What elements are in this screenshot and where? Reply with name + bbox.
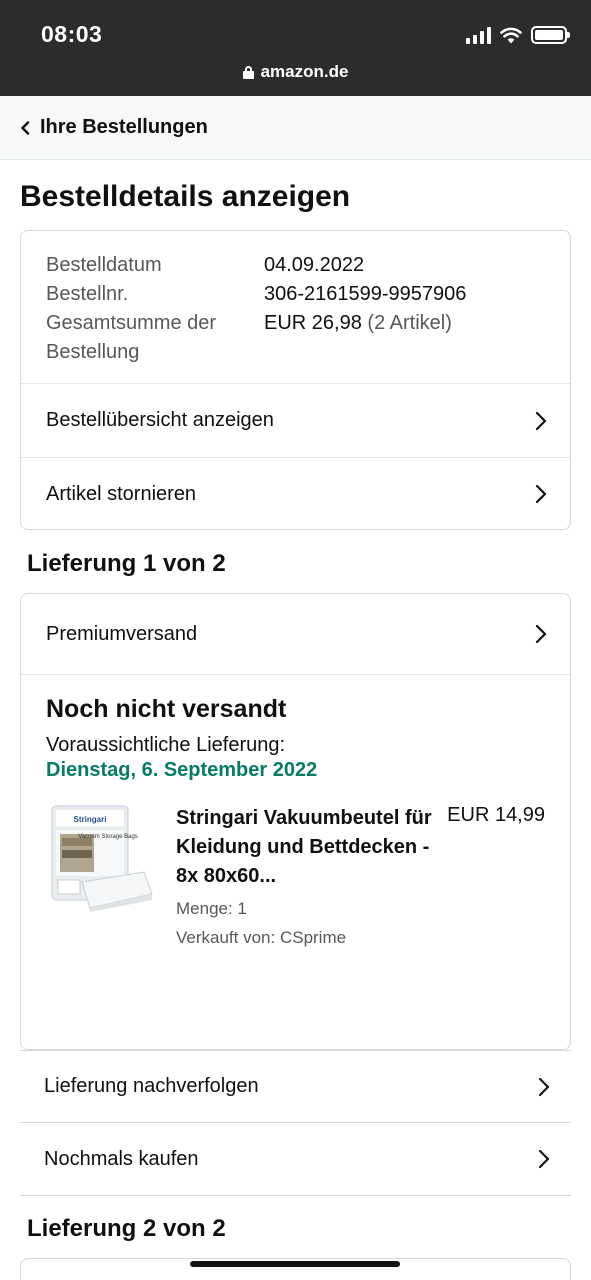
chevron-right-icon <box>534 483 548 505</box>
chevron-right-icon <box>537 1076 551 1098</box>
wifi-icon <box>500 27 522 43</box>
order-summary-card: Bestelldatum 04.09.2022 Bestellnr. 306-2… <box>20 230 571 530</box>
order-date-label: Bestelldatum <box>46 254 162 276</box>
home-indicator[interactable] <box>190 1261 400 1267</box>
buy-again-link[interactable]: Nochmals kaufen <box>20 1123 571 1196</box>
cancel-items-label: Artikel stornieren <box>46 482 197 505</box>
product-quantity: Menge: 1 <box>176 899 247 918</box>
cancel-items-link[interactable]: Artikel stornieren <box>21 457 570 529</box>
delivery-1-title: Lieferung 1 von 2 <box>27 550 226 577</box>
delivery-2-title: Lieferung 2 von 2 <box>27 1215 226 1242</box>
order-number-label: Bestellnr. <box>46 283 129 305</box>
order-total-label: Gesamtsumme der Bestellung <box>46 312 217 363</box>
delivery-1-card: Premiumversand Noch nicht versandt Vorau… <box>20 593 571 1050</box>
track-delivery-link[interactable]: Lieferung nachverfolgen <box>20 1050 571 1123</box>
order-item-count: (2 Artikel) <box>367 312 452 334</box>
delivery-status: Noch nicht versandt Voraussichtliche Lie… <box>21 674 570 952</box>
shipping-method-label: Premiumversand <box>46 622 198 645</box>
order-date-value: 04.09.2022 <box>264 254 365 276</box>
product-image[interactable]: Stringari Vacuum Storage Bags <box>46 804 154 912</box>
browser-top-bar: 08:03 amazon.de <box>0 0 591 96</box>
status-icons <box>466 25 570 45</box>
shipping-method-link[interactable]: Premiumversand <box>21 594 570 674</box>
battery-icon <box>531 26 570 44</box>
product-package-text: Vacuum Storage Bags <box>78 834 138 840</box>
chevron-right-icon <box>534 410 548 432</box>
shipment-status: Noch nicht versandt <box>46 695 287 723</box>
url-text: amazon.de <box>260 62 349 81</box>
track-delivery-label: Lieferung nachverfolgen <box>44 1075 259 1097</box>
order-total-value: EUR 26,98 <box>264 312 362 334</box>
chevron-left-icon <box>20 120 34 135</box>
buy-again-label: Nochmals kaufen <box>44 1147 199 1170</box>
product-title-link[interactable]: Stringari Vakuumbeutel für Kleidung und … <box>176 804 434 891</box>
breadcrumb-label: Ihre Bestellungen <box>40 116 208 138</box>
eta-label: Voraussichtliche Lieferung: <box>46 734 286 756</box>
cellular-signal-icon <box>466 26 491 44</box>
order-info: Bestelldatum 04.09.2022 Bestellnr. 306-2… <box>21 231 570 383</box>
lock-icon <box>242 65 254 79</box>
chevron-right-icon <box>534 623 548 645</box>
address-bar[interactable]: amazon.de <box>0 62 591 82</box>
order-item: Stringari Vacuum Storage Bags Stringari … <box>46 804 545 952</box>
eta-date: Dienstag, 6. September 2022 <box>46 759 318 781</box>
page-title: Bestelldetails anzeigen <box>20 180 351 213</box>
product-seller: Verkauft von: CSprime <box>176 928 347 947</box>
order-number-value: 306-2161599-9957906 <box>264 283 467 305</box>
product-price: EUR 14,99 <box>447 804 545 826</box>
chevron-right-icon <box>537 1148 551 1170</box>
breadcrumb[interactable]: Ihre Bestellungen <box>0 96 591 160</box>
product-brand-text: Stringari <box>74 815 107 824</box>
view-order-summary-link[interactable]: Bestellübersicht anzeigen <box>21 383 570 457</box>
status-time: 08:03 <box>41 21 103 47</box>
view-order-summary-label: Bestellübersicht anzeigen <box>46 409 274 431</box>
